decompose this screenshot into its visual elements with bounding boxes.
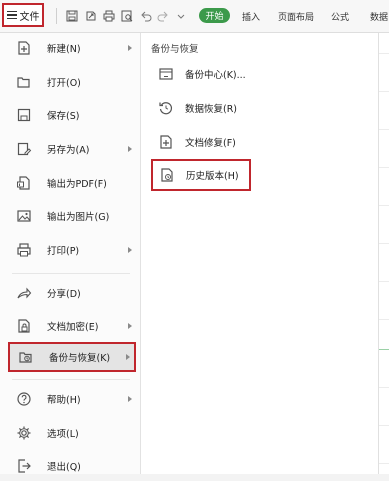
- grid-line: [379, 463, 389, 464]
- grid-line: [379, 425, 389, 426]
- exit-icon: [14, 456, 34, 476]
- toolbar-separator: [56, 8, 57, 24]
- folder-open-icon: [14, 72, 34, 92]
- redo-icon[interactable]: [156, 9, 169, 22]
- submenu-arrow-icon: [128, 146, 132, 152]
- gear-icon: [14, 423, 34, 443]
- menu-item-help[interactable]: 帮助(H): [6, 384, 136, 414]
- undo-icon[interactable]: [139, 9, 152, 22]
- submenu-arrow-icon: [128, 323, 132, 329]
- history-version-icon: [158, 166, 176, 184]
- share-icon: [14, 283, 34, 303]
- submenu-arrow-icon: [128, 45, 132, 51]
- menu-item-export-pdf[interactable]: 输出为PDF(F): [6, 168, 136, 198]
- submenu-item-label: 文档修复(F): [185, 138, 236, 149]
- print-preview-icon[interactable]: [120, 9, 133, 22]
- menu-item-export-image[interactable]: 输出为图片(G): [6, 201, 136, 231]
- grid-line: [379, 167, 389, 168]
- menu-item-encrypt[interactable]: 文档加密(E): [6, 311, 136, 341]
- menu-item-label: 选项(L): [47, 429, 79, 440]
- backup-restore-submenu: 备份与恢复 备份中心(K)... 数据恢复(R) 文档修复(F) 历史版本(H): [141, 33, 389, 474]
- grid-line: [379, 205, 389, 206]
- menu-item-share[interactable]: 分享(D): [6, 278, 136, 308]
- file-menu-label: 文件: [19, 11, 40, 23]
- tab-page-layout[interactable]: 页面布局: [278, 10, 314, 23]
- save-icon[interactable]: [65, 9, 78, 22]
- menu-item-label: 备份与恢复(K): [49, 353, 111, 364]
- doc-repair-icon: [157, 133, 175, 151]
- grid-line: [379, 349, 389, 350]
- menu-item-open[interactable]: 打开(O): [6, 67, 136, 97]
- chevron-down-icon[interactable]: [174, 9, 187, 22]
- tab-start[interactable]: 开始: [199, 8, 230, 23]
- top-toolbar: 文件 开始 插入 页面布局 公式 数据: [0, 0, 389, 33]
- submenu-item-label: 数据恢复(R): [185, 104, 238, 115]
- backup-center-icon: [157, 65, 175, 83]
- backup-icon: [16, 347, 36, 367]
- menu-item-label: 输出为PDF(F): [47, 179, 107, 190]
- menu-item-label: 退出(Q): [47, 462, 81, 473]
- submenu-item-label: 历史版本(H): [186, 171, 239, 182]
- tab-data[interactable]: 数据: [370, 10, 388, 23]
- grid-line: [379, 387, 389, 388]
- pdf-export-icon: [14, 173, 34, 193]
- tab-formula[interactable]: 公式: [331, 10, 349, 23]
- submenu-item-backup-center[interactable]: 备份中心(K)...: [157, 61, 246, 87]
- submenu-item-history-version[interactable]: 历史版本(H): [151, 159, 251, 191]
- save-icon: [14, 105, 34, 125]
- menu-item-options[interactable]: 选项(L): [6, 418, 136, 448]
- tab-insert[interactable]: 插入: [242, 10, 260, 23]
- lock-icon: [14, 316, 34, 336]
- menu-item-label: 另存为(A): [47, 145, 90, 156]
- menu-divider: [12, 273, 130, 274]
- menu-item-save-as[interactable]: 另存为(A): [6, 134, 136, 164]
- grid-line: [379, 53, 389, 54]
- hamburger-icon: [6, 11, 17, 19]
- save-as-icon: [14, 139, 34, 159]
- grid-line: [379, 91, 389, 92]
- submenu-arrow-icon: [128, 247, 132, 253]
- grid-line: [379, 243, 389, 244]
- menu-item-new[interactable]: 新建(N): [6, 33, 136, 63]
- submenu-item-data-recovery[interactable]: 数据恢复(R): [157, 95, 237, 121]
- help-icon: [14, 389, 34, 409]
- menu-divider: [12, 379, 130, 380]
- menu-item-label: 保存(S): [47, 111, 80, 122]
- menu-item-label: 文档加密(E): [47, 322, 99, 333]
- menu-item-save[interactable]: 保存(S): [6, 100, 136, 130]
- submenu-arrow-icon: [126, 354, 130, 360]
- grid-line: [379, 129, 389, 130]
- menu-item-print[interactable]: 打印(P): [6, 235, 136, 265]
- menu-item-label: 分享(D): [47, 289, 81, 300]
- menu-item-label: 新建(N): [47, 44, 81, 55]
- new-icon: [14, 38, 34, 58]
- submenu-arrow-icon: [128, 396, 132, 402]
- menu-item-label: 输出为图片(G): [47, 212, 110, 223]
- grid-line: [379, 281, 389, 282]
- menu-item-backup-restore[interactable]: 备份与恢复(K): [8, 342, 136, 372]
- submenu-item-label: 备份中心(K)...: [185, 70, 246, 81]
- menu-item-label: 打印(P): [47, 246, 80, 257]
- grid-line: [379, 319, 389, 320]
- submenu-item-doc-repair[interactable]: 文档修复(F): [157, 129, 236, 155]
- menu-item-label: 帮助(H): [47, 395, 81, 406]
- file-menu-button[interactable]: 文件: [2, 3, 44, 27]
- print-icon: [14, 240, 34, 260]
- menu-item-label: 打开(O): [47, 78, 81, 89]
- menu-item-exit[interactable]: 退出(Q): [6, 451, 136, 481]
- submenu-title: 备份与恢复: [151, 44, 199, 55]
- image-export-icon: [14, 206, 34, 226]
- export-icon[interactable]: [84, 9, 97, 22]
- data-recovery-icon: [157, 99, 175, 117]
- print-icon[interactable]: [102, 9, 115, 22]
- spreadsheet-edge: [378, 33, 389, 474]
- file-menu-panel: 新建(N) 打开(O) 保存(S) 另存为(A) 输出为PDF(F) 输出为图片…: [0, 33, 141, 474]
